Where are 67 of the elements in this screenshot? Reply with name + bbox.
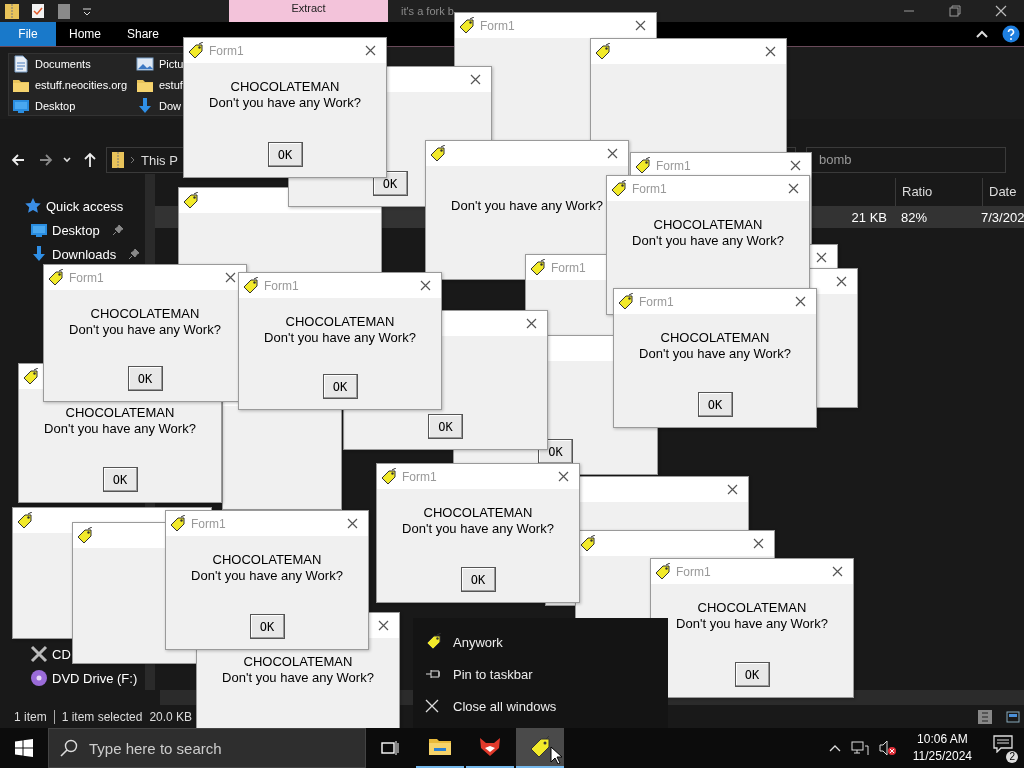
dialog-title: Form1 xyxy=(632,181,667,196)
menu-item[interactable]: Anywork xyxy=(413,626,668,658)
ok-button[interactable]: OK xyxy=(102,467,138,492)
selection-size: 20.0 KB xyxy=(149,709,193,724)
selection-info: 1 item selected xyxy=(61,709,143,724)
nav-item[interactable]: Desktop xyxy=(0,218,145,242)
dialog-heading: CHOCOLATEMAN xyxy=(212,552,322,568)
search-field[interactable]: bomb xyxy=(806,147,1006,173)
dialog-title: Form1 xyxy=(656,158,691,173)
ok-button[interactable]: OK xyxy=(734,662,770,687)
dialog-title: Form1 xyxy=(191,516,226,531)
ribbon-tab[interactable]: File xyxy=(0,22,56,46)
dialog-heading: CHOCOLATEMAN xyxy=(423,505,533,521)
ribbon-tab[interactable]: Home xyxy=(56,22,114,46)
ok-button[interactable]: OK xyxy=(322,374,358,399)
dialog-message: Don't you have any Work? xyxy=(69,322,221,338)
dialog-heading: CHOCOLATEMAN xyxy=(230,79,340,95)
ok-button[interactable]: OK xyxy=(249,614,285,639)
quick-link[interactable]: Desktop xyxy=(9,96,133,115)
dialog-heading: CHOCOLATEMAN xyxy=(65,405,175,421)
dialog-title: Form1 xyxy=(676,564,711,579)
dialog-title: Form1 xyxy=(639,294,674,309)
item-count: 1 item xyxy=(14,709,47,724)
nav-item[interactable]: DVD Drive (F:) xyxy=(0,666,145,690)
notification-button[interactable]: 2 xyxy=(988,733,1018,763)
dialog-message: Don't you have any Work? xyxy=(632,233,784,249)
dialog-heading: CHOCOLATEMAN xyxy=(90,306,200,322)
ok-button[interactable]: OK xyxy=(697,392,733,417)
window-title: it's a fork b xyxy=(401,5,455,17)
dialog-message: Don't you have any Work? xyxy=(402,521,554,537)
quick-link[interactable]: estuf xyxy=(133,75,189,94)
dialog-title: Form1 xyxy=(264,278,299,293)
nav-item[interactable]: CD xyxy=(0,642,145,666)
quick-link[interactable]: Dow xyxy=(133,96,189,115)
dialog-heading: CHOCOLATEMAN xyxy=(660,330,770,346)
dialog-title: Form1 xyxy=(480,18,515,33)
dialog-message: Don't you have any Work? xyxy=(209,95,361,111)
dialog-message: Don't you have any Work? xyxy=(639,346,791,362)
dialog-message: Don't you have any Work? xyxy=(676,616,828,632)
quick-link[interactable]: Pictu xyxy=(133,54,189,73)
dialog-title: Form1 xyxy=(402,469,437,484)
contextual-tab[interactable]: Extract xyxy=(229,0,388,22)
dialog-heading: CHOCOLATEMAN xyxy=(653,217,763,233)
dialog-message: Don't you have any Work? xyxy=(191,568,343,584)
clock[interactable]: 10:06 AM 11/25/2024 xyxy=(906,731,978,765)
dialog-heading: CHOCOLATEMAN xyxy=(285,314,395,330)
menu-item[interactable]: Close all windows xyxy=(413,690,668,722)
dialog-message: Don't you have any Work? xyxy=(222,670,374,686)
dialog-message: Don't you have any Work? xyxy=(44,421,196,437)
ok-button[interactable]: OK xyxy=(460,567,496,592)
search-field[interactable]: Type here to search xyxy=(48,728,366,768)
nav-item[interactable]: Quick access xyxy=(0,194,145,218)
dialog-heading: CHOCOLATEMAN xyxy=(697,600,807,616)
menu-item[interactable]: Pin to taskbar xyxy=(413,658,668,690)
dialog-title: Form1 xyxy=(69,270,104,285)
dialog-heading: CHOCOLATEMAN xyxy=(243,654,353,670)
dialog-message: Don't you have any Work? xyxy=(264,330,416,346)
nav-item[interactable]: Downloads xyxy=(0,242,145,266)
quick-link[interactable]: Documents xyxy=(9,54,133,73)
ok-button[interactable]: OK xyxy=(267,142,303,167)
ribbon-tab[interactable]: Share xyxy=(114,22,172,46)
ok-button[interactable]: OK xyxy=(428,414,463,439)
dialog-message: Don't you have any Work? xyxy=(451,198,603,214)
dialog-title: Form1 xyxy=(551,260,586,275)
quick-link[interactable]: estuff.neocities.org xyxy=(9,75,133,94)
ok-button[interactable]: OK xyxy=(127,366,163,391)
dialog-title: Form1 xyxy=(209,43,244,58)
